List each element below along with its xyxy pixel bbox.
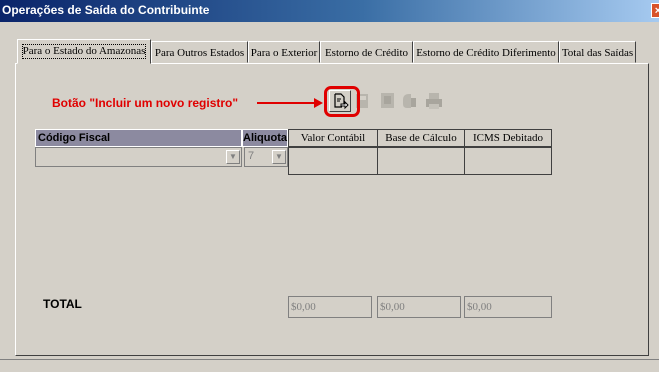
- print-icon: [426, 93, 442, 109]
- header-codigo-fiscal: Código Fiscal: [35, 129, 242, 147]
- total-icms-debitado-field: $0,00: [464, 296, 552, 318]
- window-bottom-border: [0, 359, 659, 360]
- header-aliquota: Aliquota: [242, 129, 288, 147]
- delete-icon: [381, 93, 394, 108]
- header-icms-debitado: ICMS Debitado: [464, 129, 552, 147]
- annotation-highlight: [324, 86, 360, 117]
- cancel-icon: [403, 94, 416, 108]
- main-window: Operações de Saída do Contribuinte × Par…: [0, 0, 659, 372]
- aliquota-select[interactable]: 7 ▼: [244, 147, 288, 167]
- tab-para-o-exterior[interactable]: Para o Exterior: [248, 41, 320, 63]
- cancel-button[interactable]: [399, 90, 421, 112]
- annotation-arrow: [257, 102, 317, 104]
- delete-button[interactable]: [377, 90, 399, 112]
- total-base-calculo-field: $0,00: [377, 296, 461, 318]
- window-title: Operações de Saída do Contribuinte: [2, 3, 210, 17]
- tab-estorno-de-credito-diferimento[interactable]: Estorno de Crédito Diferimento: [413, 41, 559, 63]
- title-bar[interactable]: Operações de Saída do Contribuinte ×: [0, 0, 659, 22]
- header-base-calculo: Base de Cálculo: [377, 129, 465, 147]
- tab-label: Para o Estado do Amazonas: [21, 44, 147, 59]
- icms-debitado-cell[interactable]: [464, 147, 552, 175]
- annotation-arrow-head: [314, 98, 323, 108]
- tab-total-das-saidas[interactable]: Total das Saídas: [559, 41, 636, 63]
- codigo-fiscal-select[interactable]: ▼: [35, 147, 242, 167]
- tab-label: Total das Saídas: [561, 47, 634, 59]
- tab-label: Estorno de Crédito Diferimento: [416, 47, 556, 59]
- header-valor-contabil: Valor Contábil: [288, 129, 378, 147]
- tab-label: Para Outros Estados: [154, 47, 245, 59]
- total-valor-contabil-field: $0,00: [288, 296, 372, 318]
- base-calculo-cell[interactable]: [377, 147, 465, 175]
- annotation-label: Botão "Incluir um novo registro": [52, 96, 239, 110]
- total-label: TOTAL: [43, 297, 82, 311]
- chevron-down-icon[interactable]: ▼: [226, 150, 240, 164]
- tab-para-o-estado-do-amazonas[interactable]: Para o Estado do Amazonas: [17, 39, 151, 64]
- tab-para-outros-estados[interactable]: Para Outros Estados: [151, 41, 248, 63]
- tab-estorno-de-credito[interactable]: Estorno de Crédito: [320, 41, 413, 63]
- tab-label: Estorno de Crédito: [324, 47, 409, 59]
- close-icon[interactable]: ×: [651, 3, 659, 18]
- aliquota-value: 7: [248, 150, 255, 162]
- tab-label: Para o Exterior: [250, 47, 318, 59]
- valor-contabil-cell[interactable]: [288, 147, 378, 175]
- print-button[interactable]: [423, 90, 445, 112]
- chevron-down-icon[interactable]: ▼: [272, 150, 286, 164]
